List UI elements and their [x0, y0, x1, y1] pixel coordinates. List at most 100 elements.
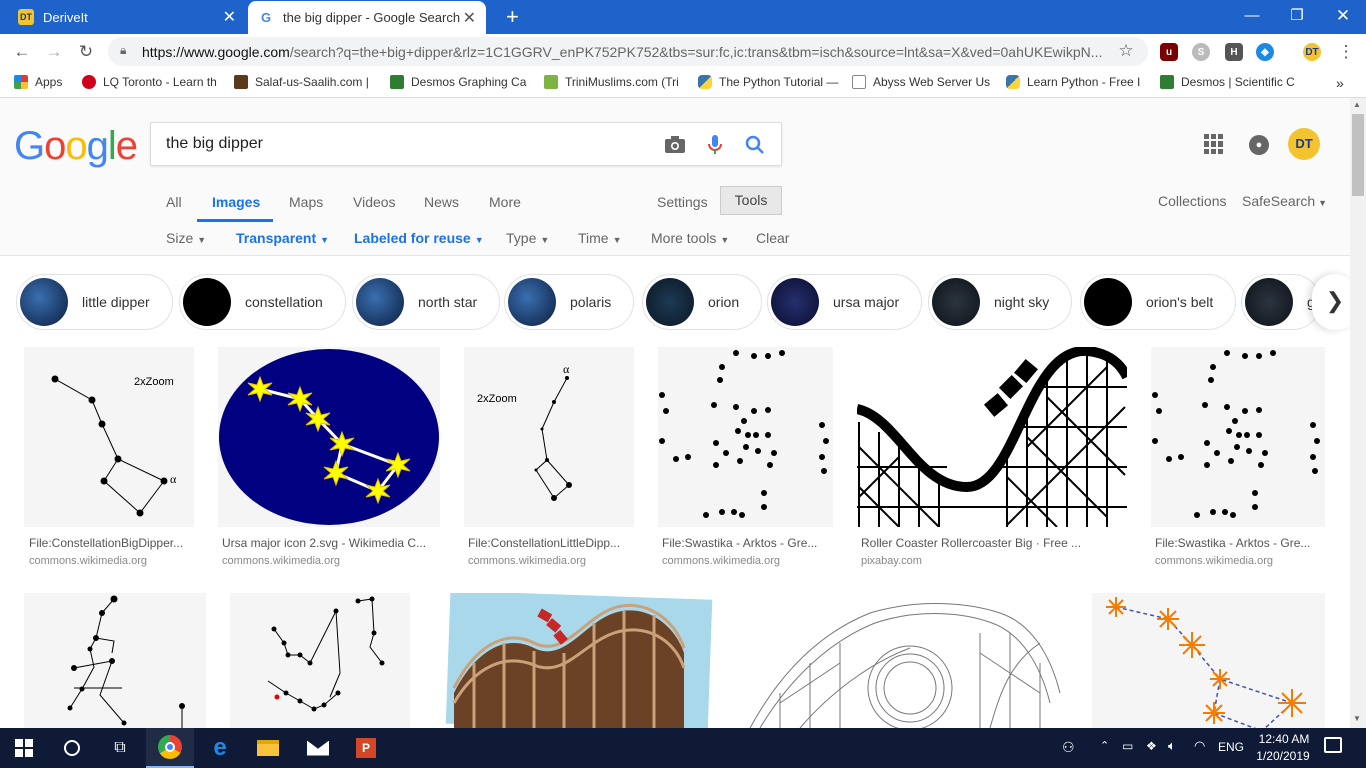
camera-icon[interactable]	[663, 133, 687, 157]
ublock-icon[interactable]: u	[1160, 43, 1178, 61]
window-close-icon[interactable]: ✕	[1329, 4, 1357, 28]
notifications-bell-icon[interactable]: ●	[1249, 135, 1269, 155]
nav-more[interactable]: More	[489, 194, 521, 210]
chrome-taskbar-icon[interactable]	[146, 728, 194, 768]
search-box[interactable]: the big dipper	[150, 122, 782, 166]
bookmark-salaf[interactable]: Salaf-us-Saalih.com |	[234, 75, 369, 89]
result-title[interactable]: Roller Coaster Rollercoaster Big · Free …	[861, 536, 1127, 550]
search-input[interactable]: the big dipper	[166, 135, 263, 153]
task-view-icon[interactable]: ⧉	[96, 728, 144, 768]
result-image-wooden-coaster[interactable]	[434, 593, 716, 728]
result-image-little-dipper[interactable]: 2xZoom α	[464, 347, 634, 527]
nav-all[interactable]: All	[166, 194, 182, 210]
chip-ursa-major[interactable]: ursa major	[767, 274, 923, 330]
settings-link[interactable]: Settings	[657, 194, 708, 210]
result-image-coaster-sketch[interactable]	[740, 593, 1068, 728]
filter-time[interactable]: Time ▼	[578, 230, 622, 246]
result-image-ursa-major-icon[interactable]	[218, 347, 440, 527]
sync-extension-icon[interactable]: ◈	[1256, 43, 1274, 61]
bookmark-lq-toronto[interactable]: LQ Toronto - Learn th	[82, 75, 217, 89]
wifi-icon[interactable]: ◠	[1194, 738, 1205, 754]
show-hidden-icons-chevron-icon[interactable]: ⌃	[1100, 739, 1109, 752]
apps-grid-icon[interactable]	[1204, 134, 1224, 154]
bookmark-trinimuslims[interactable]: TriniMuslims.com (Tri	[544, 75, 679, 89]
minimize-icon[interactable]: —	[1238, 4, 1266, 28]
result-image-constellation-1[interactable]	[24, 593, 206, 728]
result-image-constellation-2[interactable]	[230, 593, 410, 728]
address-bar[interactable]: 🔒︎ https://www.google.com/search?q=the+b…	[108, 37, 1148, 66]
profile-avatar[interactable]: DT	[1303, 43, 1321, 61]
result-image-swastika-arktos-2[interactable]	[1151, 347, 1325, 527]
scroll-up-icon[interactable]: ▲	[1353, 100, 1361, 109]
safesearch-link[interactable]: SafeSearch ▼	[1242, 193, 1327, 209]
nav-maps[interactable]: Maps	[289, 194, 323, 210]
h-extension-icon[interactable]: H	[1225, 43, 1243, 61]
result-title[interactable]: File:ConstellationLittleDipp...	[468, 536, 634, 550]
bookmark-python-tutorial[interactable]: The Python Tutorial —	[698, 75, 838, 89]
bookmark-desmos-scientific[interactable]: Desmos | Scientific C	[1160, 75, 1295, 89]
chip-north-star[interactable]: north star	[352, 274, 501, 330]
result-title[interactable]: File:ConstellationBigDipper...	[29, 536, 194, 550]
collections-link[interactable]: Collections	[1158, 193, 1226, 209]
chip-night-sky[interactable]: night sky	[928, 274, 1073, 330]
result-image-roller-coaster[interactable]	[857, 347, 1127, 527]
microphone-icon[interactable]	[703, 133, 727, 157]
bookmark-star-icon[interactable]: ☆	[1116, 41, 1136, 61]
forward-icon[interactable]: →	[44, 42, 64, 62]
chip-orions-belt[interactable]: orion's belt	[1080, 274, 1237, 330]
tools-button[interactable]: Tools	[720, 186, 782, 215]
search-icon[interactable]	[743, 133, 767, 157]
cortana-search-icon[interactable]	[48, 728, 96, 768]
back-icon[interactable]: ←	[12, 42, 32, 62]
menu-kebab-icon[interactable]: ⋮	[1336, 42, 1356, 62]
clock-date[interactable]: 1/20/2019	[1252, 749, 1314, 763]
filter-more-tools[interactable]: More tools ▼	[651, 230, 729, 246]
powerpoint-icon[interactable]: P	[342, 728, 390, 768]
scrollbar-thumb[interactable]	[1352, 114, 1364, 196]
language-indicator[interactable]: ENG	[1218, 740, 1244, 754]
windows-start-icon[interactable]	[0, 728, 48, 768]
skype-icon[interactable]: S	[1192, 43, 1210, 61]
result-image-dipper-stars[interactable]	[1092, 593, 1325, 728]
mail-icon[interactable]	[294, 728, 342, 768]
page-scrollbar[interactable]: ▲ ▼	[1350, 98, 1366, 728]
filter-transparent[interactable]: Transparent ▼	[236, 230, 329, 246]
result-title[interactable]: Ursa major icon 2.svg - Wikimedia C...	[222, 536, 440, 550]
result-title[interactable]: File:Swastika - Arktos - Gre...	[1155, 536, 1325, 550]
chip-g[interactable]: g	[1241, 274, 1321, 330]
battery-icon[interactable]: ▭	[1122, 739, 1133, 753]
nav-videos[interactable]: Videos	[353, 194, 396, 210]
volume-icon[interactable]: 🔈︎	[1168, 738, 1176, 754]
tab-deriveit[interactable]: DT DeriveIt ✕	[8, 0, 246, 34]
filter-type[interactable]: Type ▼	[506, 230, 549, 246]
reload-icon[interactable]: ↻	[76, 42, 96, 62]
filter-labeled-for-reuse[interactable]: Labeled for reuse ▼	[354, 230, 484, 246]
restore-icon[interactable]: ❐	[1283, 4, 1311, 28]
chip-polaris[interactable]: polaris	[504, 274, 635, 330]
chip-little-dipper[interactable]: little dipper	[16, 274, 173, 330]
file-explorer-icon[interactable]	[244, 728, 292, 768]
dropbox-icon[interactable]: ❖	[1146, 739, 1157, 753]
bookmark-desmos-graphing[interactable]: Desmos Graphing Ca	[390, 75, 526, 89]
close-tab-icon[interactable]: ✕	[223, 7, 236, 27]
close-tab-icon[interactable]: ✕	[463, 8, 476, 28]
result-image-big-dipper[interactable]: 2xZoom α	[24, 347, 194, 527]
edge-taskbar-icon[interactable]: e	[196, 728, 244, 768]
account-avatar[interactable]: DT	[1288, 128, 1320, 160]
people-icon[interactable]: ⚇	[1062, 739, 1075, 756]
chip-constellation[interactable]: constellation	[179, 274, 346, 330]
result-image-swastika-arktos[interactable]	[658, 347, 833, 527]
bookmark-apps[interactable]: Apps	[14, 75, 62, 89]
nav-images[interactable]: Images	[212, 194, 260, 210]
scroll-down-icon[interactable]: ▼	[1353, 714, 1361, 723]
bookmark-abyss[interactable]: Abyss Web Server Us	[852, 75, 990, 89]
new-tab-button[interactable]: +	[496, 0, 529, 34]
clock-time[interactable]: 12:40 AM	[1256, 732, 1312, 746]
filter-size[interactable]: Size ▼	[166, 230, 206, 246]
filter-clear[interactable]: Clear	[756, 230, 789, 246]
bookmarks-overflow-icon[interactable]: »	[1336, 75, 1344, 91]
chip-orion[interactable]: orion	[642, 274, 763, 330]
bookmark-learn-python[interactable]: Learn Python - Free I	[1006, 75, 1140, 89]
nav-news[interactable]: News	[424, 194, 459, 210]
google-logo[interactable]: Google	[14, 124, 138, 169]
